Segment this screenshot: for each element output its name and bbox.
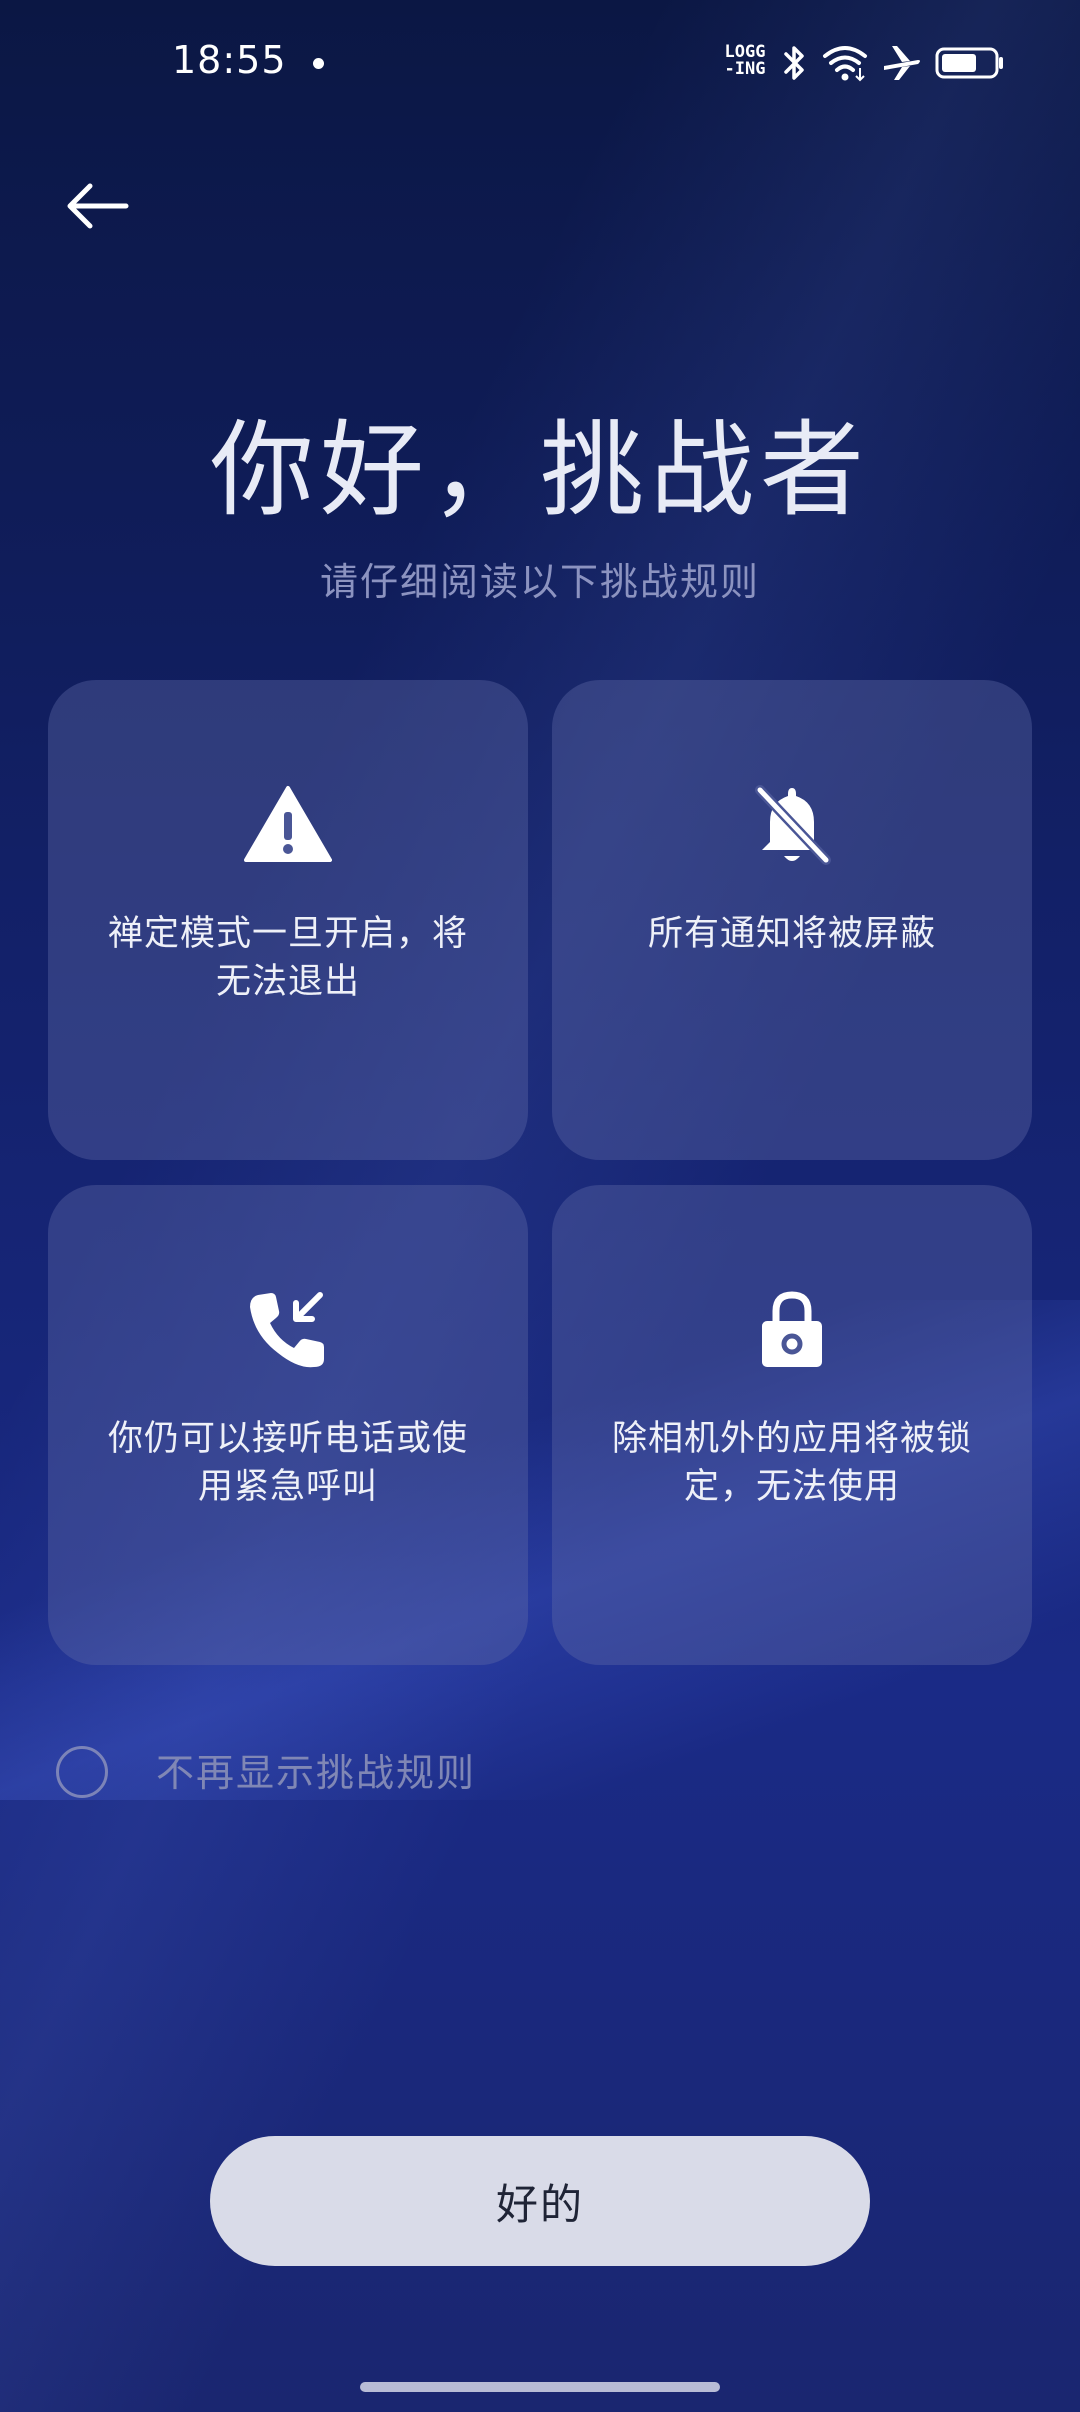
rule-text-line-1: 禅定模式一旦开启，将: [107, 914, 468, 954]
rule-text-line-2: 定，无法使用: [683, 1467, 900, 1507]
rule-text-line-1: 你仍可以接听电话或使: [107, 1419, 468, 1459]
rule-card-calls-allowed: 你仍可以接听电话或使 用紧急呼叫: [48, 1185, 528, 1665]
rule-text: 你仍可以接听电话或使 用紧急呼叫: [88, 1415, 488, 1511]
rule-text-line-1: 所有通知将被屏蔽: [647, 914, 936, 954]
bell-off-icon: [755, 785, 831, 865]
rule-card-notifications-blocked: 所有通知将被屏蔽: [552, 680, 1032, 1160]
rule-text: 除相机外的应用将被锁 定，无法使用: [592, 1415, 992, 1511]
page-title: 你好，挑战者: [209, 409, 870, 531]
ok-button[interactable]: 好的: [210, 2136, 870, 2266]
wifi-icon: [823, 46, 867, 82]
status-time: 18:55: [172, 38, 287, 82]
rule-text-line-2: 用紧急呼叫: [197, 1467, 378, 1507]
rule-text: 禅定模式一旦开启，将 无法退出: [88, 910, 488, 1006]
rule-card-no-exit: 禅定模式一旦开启，将 无法退出: [48, 680, 528, 1160]
logging-line-2: -ING: [724, 59, 766, 79]
rule-text-line-1: 除相机外的应用将被锁: [611, 1419, 972, 1459]
home-indicator[interactable]: [360, 2382, 720, 2392]
bluetooth-icon: [784, 46, 804, 80]
status-bar: 18:55 LOGG -ING: [0, 0, 1080, 126]
rule-card-apps-locked: 除相机外的应用将被锁 定，无法使用: [552, 1185, 1032, 1665]
rule-text-line-2: 无法退出: [215, 962, 360, 1002]
back-arrow-icon[interactable]: [62, 178, 132, 234]
battery-icon: [935, 47, 1003, 79]
page-subtitle: 请仔细阅读以下挑战规则: [319, 560, 760, 604]
rule-text: 所有通知将被屏蔽: [592, 910, 992, 958]
lock-icon: [762, 1291, 822, 1367]
airplane-mode-icon: [884, 46, 920, 80]
incoming-call-icon: [250, 1292, 324, 1368]
notification-dot: [313, 58, 324, 69]
dont-show-again-checkbox[interactable]: [56, 1746, 108, 1798]
logging-indicator: LOGG -ING: [720, 44, 770, 78]
warning-icon: [244, 786, 332, 862]
dont-show-again-label[interactable]: 不再显示挑战规则: [156, 1748, 476, 1798]
